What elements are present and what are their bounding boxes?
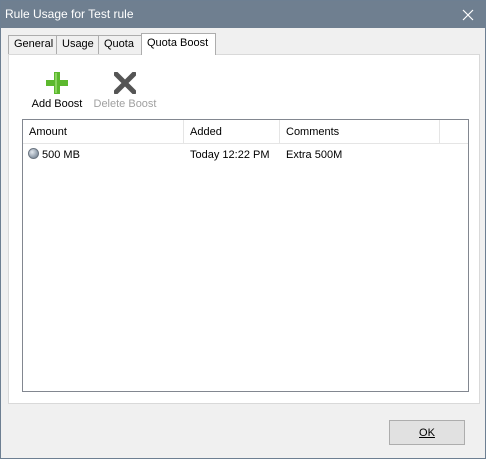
added-cell: Today 12:22 PM <box>190 149 270 161</box>
column-label: Comments <box>286 126 340 138</box>
table-row[interactable]: 500 MB Today 12:22 PM Extra 500M <box>23 145 468 164</box>
column-header-added[interactable]: Added <box>184 120 280 143</box>
column-label: Added <box>190 126 222 138</box>
tab-usage[interactable]: Usage <box>56 35 99 54</box>
delete-boost-button[interactable]: Delete Boost <box>90 69 160 111</box>
tab-general[interactable]: General <box>8 35 57 54</box>
column-header-amount[interactable]: Amount <box>23 120 184 143</box>
plus-icon <box>46 72 68 94</box>
list-header: Amount Added Comments <box>23 120 468 144</box>
boost-list[interactable]: Amount Added Comments 500 MB Today 12:22… <box>22 119 469 392</box>
x-icon <box>114 72 136 94</box>
add-boost-button[interactable]: Add Boost <box>22 69 92 111</box>
amount-cell: 500 MB <box>42 149 80 161</box>
tab-quota[interactable]: Quota <box>98 35 142 54</box>
column-header-comments[interactable]: Comments <box>280 120 440 143</box>
add-boost-label: Add Boost <box>31 98 83 110</box>
window-title: Rule Usage for Test rule <box>5 7 134 21</box>
gray-circle-icon <box>28 148 39 159</box>
column-label: Amount <box>29 126 67 138</box>
tab-label: General <box>14 38 54 50</box>
quota-boost-panel: Add Boost Delete Boost Amount Added Comm… <box>8 54 480 404</box>
comments-cell: Extra 500M <box>286 149 343 161</box>
tab-label: Quota Boost <box>147 37 209 49</box>
close-icon <box>462 9 474 20</box>
tab-label: Usage <box>62 38 94 50</box>
dialog-window: Rule Usage for Test rule General Usage Q… <box>0 0 486 459</box>
delete-boost-label: Delete Boost <box>93 98 157 110</box>
ok-button[interactable]: OK <box>389 420 465 445</box>
ok-label: OK <box>419 426 435 439</box>
close-button[interactable] <box>451 1 485 28</box>
tab-label: Quota <box>104 38 134 50</box>
title-bar: Rule Usage for Test rule <box>1 1 485 28</box>
tab-quota-boost[interactable]: Quota Boost <box>141 33 216 55</box>
